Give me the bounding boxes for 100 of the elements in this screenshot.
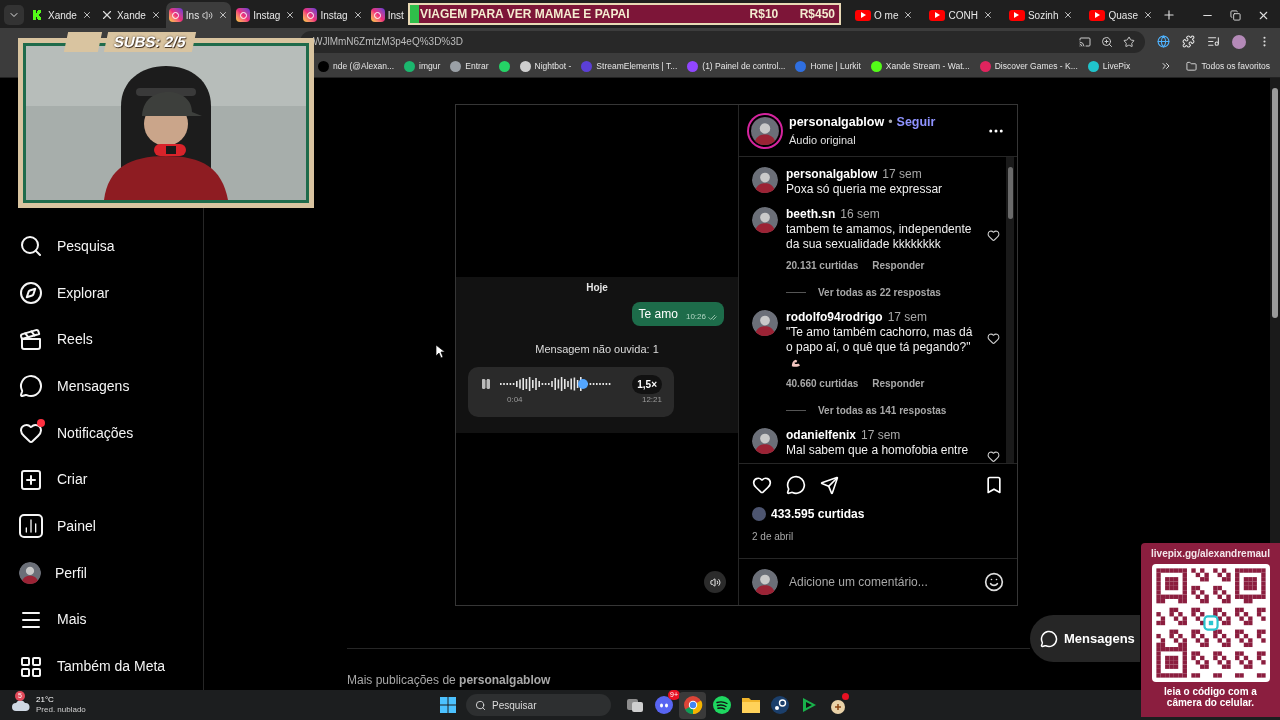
avatar	[752, 569, 778, 595]
nav-item[interactable]: Notificações	[0, 409, 203, 457]
grid-icon	[19, 654, 43, 679]
share-icon[interactable]	[820, 475, 839, 495]
follow-link[interactable]: Seguir	[896, 112, 936, 132]
close-icon[interactable]	[1063, 10, 1074, 20]
double-check-icon	[708, 312, 717, 322]
windows-icon[interactable]	[440, 697, 456, 713]
like-icon[interactable]	[987, 450, 1000, 463]
nav-item[interactable]: Perfil	[0, 549, 203, 597]
username[interactable]: personalgablow	[789, 112, 885, 132]
mute-button[interactable]	[704, 571, 726, 593]
nav-item[interactable]: Painel	[0, 503, 203, 550]
tab-list-button[interactable]	[4, 5, 24, 25]
speaker-icon[interactable]	[202, 9, 214, 21]
nav-item[interactable]: Pesquisa	[0, 223, 203, 270]
comment-age: 17 sem	[887, 310, 928, 325]
close-icon[interactable]	[81, 10, 92, 20]
zoom-icon[interactable]	[1101, 35, 1113, 48]
app-icon[interactable]	[740, 696, 761, 714]
nav-item[interactable]: Também da Meta	[0, 643, 203, 690]
browser-tab[interactable]: Quase	[1086, 2, 1156, 28]
bookmark[interactable]: nde (@Alexan...	[313, 56, 400, 76]
tab-title: Instag	[253, 8, 281, 23]
close-icon[interactable]	[218, 10, 229, 20]
liker-avatar	[752, 507, 766, 521]
star-icon[interactable]	[1123, 35, 1135, 48]
browser-tab[interactable]: Sozinh	[1005, 2, 1077, 28]
folder-icon	[1186, 60, 1198, 72]
close-icon[interactable]	[1142, 10, 1153, 20]
bookmark[interactable]: Entrar	[445, 56, 494, 76]
taskbar-search-field[interactable]: Pesquisar	[466, 694, 611, 716]
post-date: 2 de abril	[752, 530, 795, 544]
tab-title: Quase	[1108, 8, 1138, 23]
like-icon[interactable]	[987, 332, 1000, 345]
browser-tab[interactable]: Ins	[165, 2, 232, 28]
emoji-icon[interactable]	[984, 572, 1004, 592]
close-icon[interactable]	[150, 10, 161, 20]
bookmark[interactable]: imgur	[399, 56, 446, 76]
nav-item[interactable]: Mensagens	[0, 363, 203, 410]
like-icon[interactable]	[987, 229, 1000, 242]
avatar	[752, 207, 778, 233]
browser-tab[interactable]: Xande	[28, 2, 95, 28]
view-replies-link[interactable]: Ver todas as 22 respostas	[818, 285, 941, 300]
close-icon[interactable]	[982, 10, 993, 20]
extensions-icon[interactable]	[1182, 35, 1195, 48]
bookmark[interactable]: LivePix	[1082, 56, 1136, 76]
goal-target: R$450	[799, 6, 835, 23]
audio-label[interactable]: Áudio original	[789, 131, 936, 149]
bookmark[interactable]: (1) Painel de control...	[682, 56, 791, 76]
nav-item[interactable]: Mais	[0, 596, 203, 644]
like-count: 40.660 curtidas	[786, 377, 859, 391]
tab-title: Inst	[387, 8, 404, 23]
all-bookmarks[interactable]: Todos os favoritos	[1186, 59, 1270, 73]
new-tab-icon[interactable]	[1161, 8, 1176, 22]
date-label: Hoje	[585, 281, 609, 295]
browser-tab[interactable]: Xande	[96, 2, 164, 28]
save-icon[interactable]	[984, 475, 1004, 495]
close-icon[interactable]	[285, 10, 296, 20]
bookmark[interactable]: StreamElements | T...	[576, 56, 683, 76]
view-replies-link[interactable]: Ver todas as 141 respostas	[818, 403, 947, 418]
like-icon[interactable]	[752, 475, 772, 495]
browser-tab[interactable]: Instag	[233, 2, 299, 28]
close-icon[interactable]	[903, 10, 914, 20]
username[interactable]: odanielfenix	[786, 428, 856, 443]
nav-item[interactable]: Explorar	[0, 269, 203, 317]
comment-age: 17 sem	[882, 167, 922, 182]
reply-link[interactable]: Responder	[872, 376, 925, 391]
nav-item[interactable]: Criar	[0, 456, 203, 504]
messages-button[interactable]: Mensagens	[1030, 615, 1140, 662]
playback-thumb[interactable]	[577, 379, 588, 389]
nav-item[interactable]: Reels	[0, 316, 203, 364]
bookmark[interactable]: Discover Games - K...	[974, 56, 1083, 76]
browser-tab[interactable]: Inst	[367, 2, 407, 28]
browser-tab[interactable]: Instag	[300, 2, 366, 28]
username[interactable]: rodolfo94rodrigo	[786, 310, 883, 325]
username[interactable]: personalgablow	[786, 167, 878, 182]
bookmark[interactable]: Home | Lurkit	[790, 56, 866, 76]
media-icon[interactable]	[1207, 35, 1220, 48]
audio-waveform[interactable]	[500, 376, 612, 392]
pause-icon[interactable]	[480, 378, 492, 390]
speed-button[interactable]: 1,5×	[632, 374, 662, 394]
donation-url: livepix.gg/alexandremaul	[1151, 547, 1270, 561]
tab-title: Xande	[48, 8, 77, 23]
instagram-logo-icon	[303, 8, 318, 22]
comment-field[interactable]: Adicione um comentário...	[789, 573, 973, 591]
reply-link[interactable]: Responder	[872, 258, 925, 273]
username[interactable]: beeth.sn	[786, 207, 836, 222]
app-icon[interactable]	[625, 696, 644, 714]
comment-icon[interactable]	[786, 475, 806, 495]
browser-tab[interactable]: O me	[852, 2, 917, 28]
chat-bubble-icon	[19, 374, 43, 399]
close-icon[interactable]	[352, 10, 363, 20]
bookmark[interactable]: Xande Stream - Wat...	[865, 56, 975, 76]
browser-tab[interactable]: CONH	[926, 2, 996, 28]
restore-icon[interactable]	[1230, 10, 1241, 21]
close-icon[interactable]	[1257, 9, 1270, 22]
profile-avatar[interactable]	[1232, 34, 1246, 49]
bookmark[interactable]: Nightbot -	[514, 56, 577, 76]
like-count[interactable]: 433.595 curtidas	[771, 505, 865, 523]
